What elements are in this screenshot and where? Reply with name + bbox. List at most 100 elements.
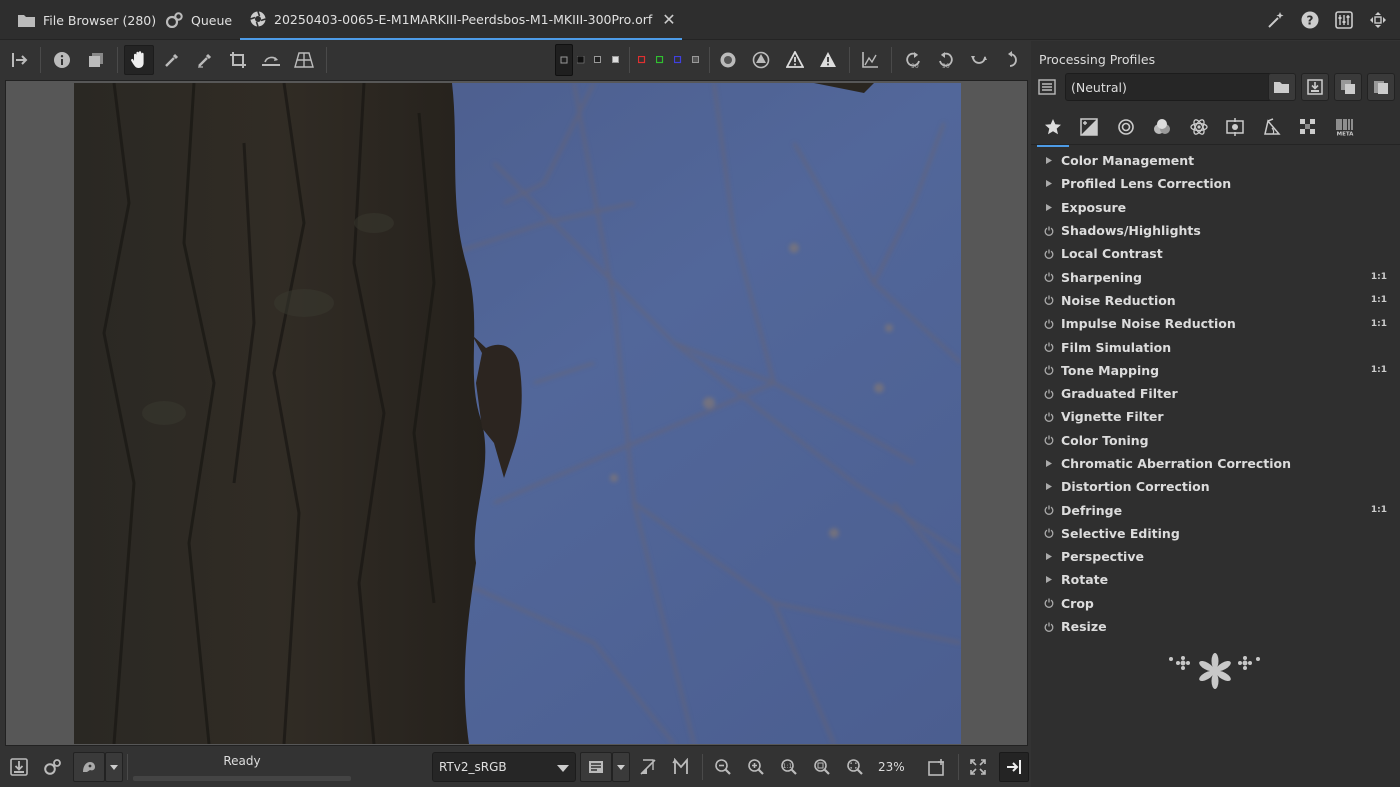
tab-favorites[interactable] (1037, 115, 1069, 147)
zoom-out-icon[interactable] (712, 756, 734, 778)
focus-mask-icon[interactable] (716, 48, 740, 72)
new-version-icon[interactable] (1266, 10, 1286, 30)
load-profile-button[interactable] (1268, 73, 1296, 101)
power-icon[interactable] (1043, 504, 1055, 516)
tool-graduated-filter[interactable]: Graduated Filter (1031, 382, 1400, 405)
save-profile-button[interactable] (1301, 73, 1329, 101)
tool-selective-editing[interactable]: Selective Editing (1031, 522, 1400, 545)
highlight-clipping-warning-icon[interactable] (816, 48, 840, 72)
preview-rgb-icon[interactable] (575, 54, 587, 66)
tool-defringe[interactable]: Defringe 1:1 (1031, 498, 1400, 521)
close-tab-icon[interactable]: ✕ (662, 10, 675, 29)
power-icon[interactable] (1043, 225, 1055, 237)
tool-color-management[interactable]: Color Management (1031, 149, 1400, 172)
focus-mask-toggle[interactable] (555, 44, 573, 76)
clipped-highlights-icon[interactable] (749, 48, 773, 72)
tool-local-contrast[interactable]: Local Contrast (1031, 242, 1400, 265)
fullscreen-toggle-icon[interactable] (967, 756, 989, 778)
tool-color-toning[interactable]: Color Toning (1031, 429, 1400, 452)
tool-vignette-filter[interactable]: Vignette Filter (1031, 405, 1400, 428)
tool-impulse-noise-reduction[interactable]: Impulse Noise Reduction 1:1 (1031, 312, 1400, 335)
tab-exposure[interactable] (1077, 115, 1101, 139)
tool-noise-reduction[interactable]: Noise Reduction 1:1 (1031, 289, 1400, 312)
color-picker-icon[interactable] (193, 48, 217, 72)
toggle-left-panel-icon[interactable] (7, 48, 31, 72)
tool-film-simulation[interactable]: Film Simulation (1031, 335, 1400, 358)
preferences-icon[interactable] (1334, 10, 1354, 30)
tool-crop[interactable]: Crop (1031, 592, 1400, 615)
external-editor-dropdown[interactable] (105, 752, 123, 782)
tab-raw[interactable] (1296, 115, 1320, 139)
rotate-left-icon[interactable]: 90 (901, 48, 925, 72)
hand-tool-button[interactable] (124, 45, 154, 75)
tool-rotate[interactable]: Rotate (1031, 568, 1400, 591)
tab-metadata[interactable]: META (1333, 115, 1357, 139)
flip-vertical-icon[interactable] (1000, 48, 1024, 72)
zoom-fit-crop-icon[interactable] (811, 756, 833, 778)
preview-black-icon[interactable] (592, 54, 604, 66)
help-icon[interactable]: ? (1300, 10, 1320, 30)
open-external-editor-button[interactable] (73, 752, 105, 782)
zoom-in-icon[interactable] (745, 756, 767, 778)
zoom-100-icon[interactable]: 1:1 (778, 756, 800, 778)
power-icon[interactable] (1043, 341, 1055, 353)
toggle-right-panel-button[interactable] (999, 752, 1029, 782)
preview-white-icon[interactable] (610, 54, 622, 66)
tool-distortion-correction[interactable]: Distortion Correction (1031, 475, 1400, 498)
power-icon[interactable] (1043, 434, 1055, 446)
tab-advanced[interactable] (1187, 115, 1211, 139)
preview-luminance-icon[interactable] (690, 54, 702, 66)
power-icon[interactable] (1043, 411, 1055, 423)
before-after-icon[interactable] (84, 48, 108, 72)
tab-local-adjustments[interactable] (1223, 115, 1247, 139)
power-icon[interactable] (1043, 621, 1055, 633)
crop-icon[interactable] (226, 48, 250, 72)
tool-profiled-lens-correction[interactable]: Profiled Lens Correction (1031, 172, 1400, 195)
perspective-icon[interactable] (292, 48, 316, 72)
tool-perspective[interactable]: Perspective (1031, 545, 1400, 568)
preview-red-icon[interactable] (636, 54, 648, 66)
fullscreen-icon[interactable] (1368, 10, 1388, 30)
power-icon[interactable] (1043, 388, 1055, 400)
power-icon[interactable] (1043, 294, 1055, 306)
white-balance-picker-icon[interactable] (160, 48, 184, 72)
image-viewer[interactable] (5, 80, 1028, 746)
tab-file-browser[interactable]: File Browser (280) (18, 0, 156, 40)
shadow-clipping-warning-icon[interactable] (783, 48, 807, 72)
paste-profile-button[interactable] (1367, 73, 1395, 101)
tab-editor[interactable]: 20250403-0065-E-M1MARKIII-Peerdsbos-M1-M… (240, 0, 682, 40)
tab-color[interactable] (1150, 115, 1174, 139)
rotate-right-icon[interactable]: 90 (934, 48, 958, 72)
power-icon[interactable] (1043, 597, 1055, 609)
gamut-check-icon[interactable] (670, 756, 692, 778)
power-icon[interactable] (1043, 364, 1055, 376)
tool-resize[interactable]: Resize (1031, 615, 1400, 638)
softproof-icon[interactable] (637, 756, 659, 778)
tool-shadows-highlights[interactable]: Shadows/Highlights (1031, 219, 1400, 242)
flip-horizontal-icon[interactable] (967, 48, 991, 72)
zoom-fit-icon[interactable] (844, 756, 866, 778)
tab-queue[interactable]: Queue (166, 0, 232, 40)
preview-green-icon[interactable] (654, 54, 666, 66)
profile-select[interactable]: (Neutral) (1065, 73, 1295, 101)
info-icon[interactable] (50, 48, 74, 72)
preview-blue-icon[interactable] (672, 54, 684, 66)
rendering-intent-dropdown[interactable] (612, 752, 630, 782)
power-icon[interactable] (1043, 527, 1055, 539)
photo-preview[interactable] (74, 83, 961, 744)
save-image-icon[interactable] (8, 756, 30, 778)
tool-chromatic-aberration-correction[interactable]: Chromatic Aberration Correction (1031, 452, 1400, 475)
tab-detail[interactable] (1114, 115, 1138, 139)
power-icon[interactable] (1043, 318, 1055, 330)
copy-profile-button[interactable] (1334, 73, 1362, 101)
tool-tone-mapping[interactable]: Tone Mapping 1:1 (1031, 359, 1400, 382)
straighten-icon[interactable] (259, 48, 283, 72)
send-to-queue-icon[interactable] (42, 756, 64, 778)
tool-exposure[interactable]: Exposure (1031, 196, 1400, 219)
rendering-intent-button[interactable] (580, 752, 612, 782)
output-profile-select[interactable]: RTv2_sRGB (432, 752, 576, 782)
profile-list-icon[interactable] (1035, 75, 1059, 99)
histogram-icon[interactable] (858, 48, 882, 72)
power-icon[interactable] (1043, 271, 1055, 283)
tool-sharpening[interactable]: Sharpening 1:1 (1031, 265, 1400, 288)
